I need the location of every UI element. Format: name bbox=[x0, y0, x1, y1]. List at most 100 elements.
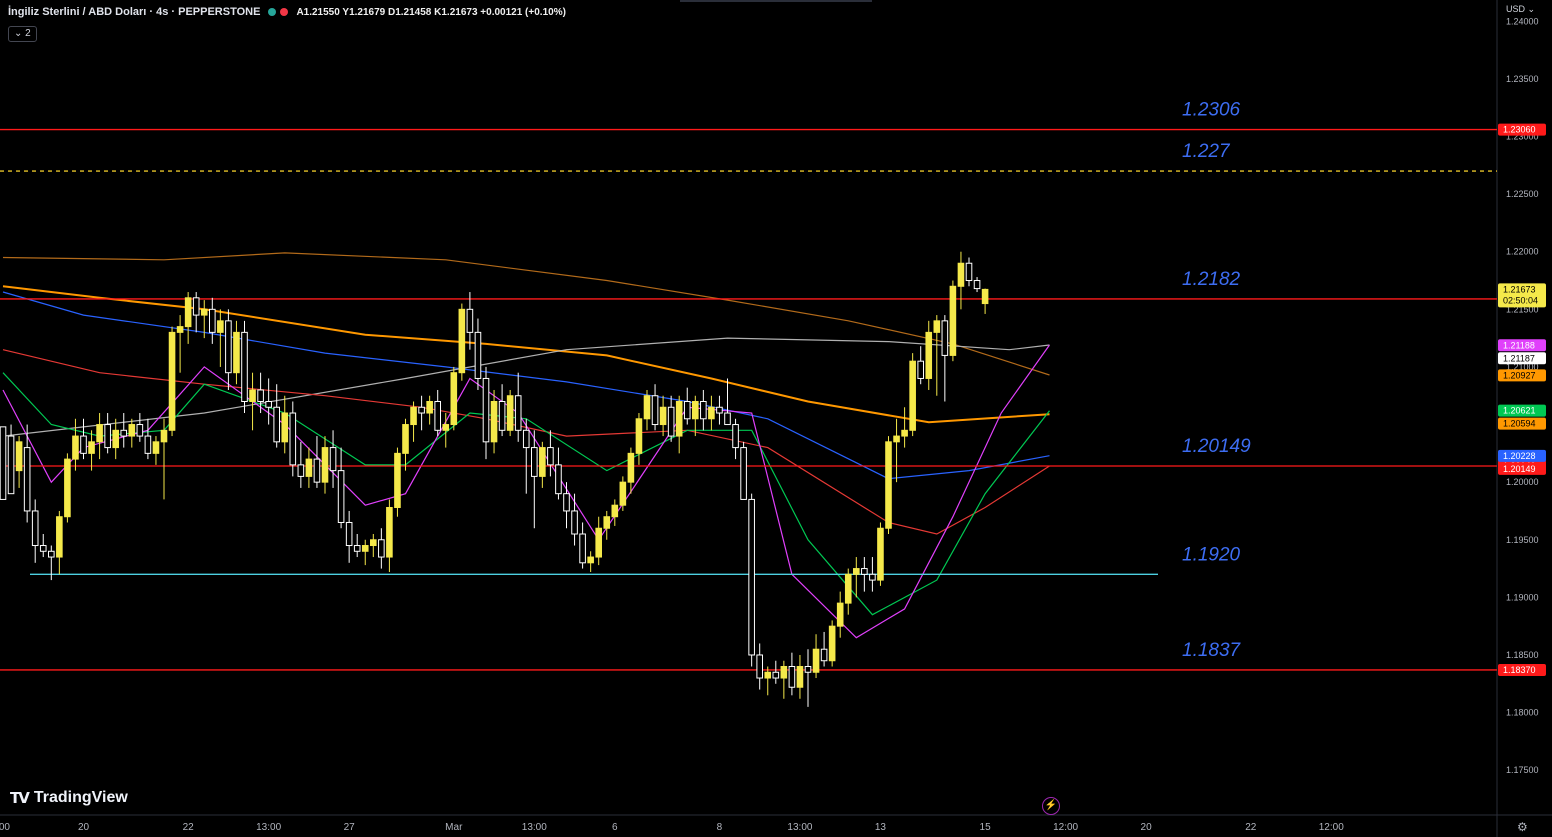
candle-body bbox=[764, 671, 772, 679]
candle-body bbox=[861, 568, 868, 575]
level-label: 1.2182 bbox=[1182, 269, 1241, 290]
candle-body bbox=[337, 470, 345, 523]
candle-body bbox=[442, 424, 450, 431]
candle-body bbox=[152, 441, 160, 454]
candle-body bbox=[651, 395, 659, 426]
time-axis: :00 20 22 13:00 27 Mar 13:00 6 8 13:00 13 15 12:00 20… bbox=[0, 822, 1344, 833]
candle-body bbox=[804, 666, 812, 673]
candle-body bbox=[619, 481, 627, 506]
candle-body bbox=[933, 320, 941, 333]
ohlc-values: A1.21550 Y1.21679 D1.21458 K1.21673 +0.0… bbox=[296, 6, 566, 18]
top-drag-handle[interactable] bbox=[680, 0, 872, 2]
price-tick-label: 1.19500 bbox=[1506, 535, 1539, 545]
price-tick-label: 1.22000 bbox=[1506, 247, 1539, 257]
symbol-title[interactable]: İngiliz Sterlini / ABD Doları · 4s · PEP… bbox=[8, 6, 260, 18]
price-tag-text: 1.21188 bbox=[1503, 340, 1535, 350]
candle-body bbox=[836, 602, 844, 627]
time-tick-label: 20 bbox=[1141, 822, 1153, 833]
candle-body bbox=[474, 331, 482, 379]
candle-body bbox=[321, 447, 329, 483]
candle-body bbox=[635, 418, 643, 454]
time-tick-label: 13 bbox=[875, 822, 887, 833]
price-chart[interactable]: 1.2306 1.227 1.2182 1.20149 1.1920 1.1837 1.17… bbox=[0, 0, 1552, 837]
candle-body bbox=[692, 401, 699, 420]
candle-body bbox=[217, 320, 224, 333]
candle-body bbox=[265, 401, 272, 408]
candle-body bbox=[297, 464, 305, 477]
candle-body bbox=[756, 654, 764, 679]
time-tick-label: 22 bbox=[1245, 822, 1257, 833]
candle-body bbox=[225, 320, 232, 374]
candle-body bbox=[506, 395, 514, 431]
candle-body bbox=[378, 539, 385, 558]
candle-body bbox=[909, 360, 916, 431]
candle-body bbox=[748, 498, 755, 656]
time-tick-label: 13:00 bbox=[522, 822, 547, 833]
candle-body bbox=[885, 441, 892, 529]
price-tag-text: 1.20228 bbox=[1503, 451, 1536, 461]
time-tick-label: 12:00 bbox=[1053, 822, 1078, 833]
candle-body bbox=[539, 447, 546, 477]
candle-body bbox=[329, 447, 337, 472]
candle-body bbox=[48, 550, 55, 558]
time-tick-label: 6 bbox=[612, 822, 618, 833]
candle-body bbox=[498, 401, 506, 431]
candle-body bbox=[241, 331, 248, 402]
flash-icon[interactable]: ⚡ bbox=[1042, 797, 1060, 815]
candle-body bbox=[458, 308, 466, 374]
candle-body bbox=[893, 435, 900, 443]
candle-body bbox=[877, 527, 884, 581]
candle-body bbox=[64, 458, 71, 518]
price-tick-label: 1.19000 bbox=[1506, 592, 1539, 602]
candle-body bbox=[531, 447, 538, 477]
candle-body bbox=[732, 424, 739, 449]
candle-body bbox=[796, 666, 804, 688]
candle-body bbox=[820, 648, 828, 662]
candle-body bbox=[281, 412, 289, 443]
candle-body bbox=[571, 510, 578, 535]
candle-body bbox=[708, 406, 715, 420]
candle-body bbox=[353, 545, 361, 552]
level-label: 1.1920 bbox=[1182, 544, 1241, 565]
candle-body bbox=[812, 648, 820, 673]
candle-body bbox=[482, 377, 490, 443]
currency-selector[interactable]: USD ⌄ bbox=[1506, 4, 1535, 15]
candle-body bbox=[555, 464, 562, 495]
candle-body bbox=[386, 507, 393, 558]
candle-body bbox=[611, 504, 619, 518]
candle-body bbox=[603, 516, 611, 529]
level-label: 1.20149 bbox=[1182, 436, 1251, 457]
candles bbox=[0, 251, 989, 707]
candle-body bbox=[23, 447, 31, 512]
candle-body bbox=[104, 424, 111, 449]
tradingview-logo[interactable]: 𝗧𝗩 TradingView bbox=[10, 789, 128, 807]
countdown-text: 02:50:04 bbox=[1503, 295, 1538, 305]
candle-body bbox=[7, 435, 15, 495]
time-tick-label: 27 bbox=[344, 822, 356, 833]
data-delay-icon bbox=[280, 8, 289, 16]
candle-body bbox=[643, 395, 651, 420]
price-tag-text: 1.21673 bbox=[1503, 284, 1536, 294]
candle-body bbox=[426, 401, 433, 414]
time-tick-label: 20 bbox=[78, 822, 90, 833]
time-tick-label: 13:00 bbox=[256, 822, 281, 833]
candle-body bbox=[981, 288, 989, 305]
time-tick-label: 15 bbox=[980, 822, 992, 833]
tv-logo-icon: 𝗧𝗩 bbox=[10, 790, 30, 807]
candle-body bbox=[192, 297, 200, 316]
candle-body bbox=[563, 493, 570, 512]
candle-body bbox=[522, 429, 530, 449]
candle-body bbox=[144, 435, 152, 454]
price-tick-label: 1.23500 bbox=[1506, 74, 1539, 84]
candle-body bbox=[184, 297, 192, 328]
candle-body bbox=[973, 280, 981, 290]
candle-body bbox=[56, 516, 63, 558]
candle-body bbox=[869, 573, 876, 581]
time-tick-label: 12:00 bbox=[1319, 822, 1344, 833]
time-tick-label: 8 bbox=[717, 822, 723, 833]
indicators-toggle[interactable]: ⌄ 2 bbox=[8, 26, 37, 42]
candle-body bbox=[233, 331, 240, 374]
price-tick-label: 1.18000 bbox=[1506, 708, 1539, 718]
price-tag-text: 1.20621 bbox=[1503, 406, 1536, 416]
settings-gear-icon[interactable]: ⚙ bbox=[1517, 820, 1528, 834]
